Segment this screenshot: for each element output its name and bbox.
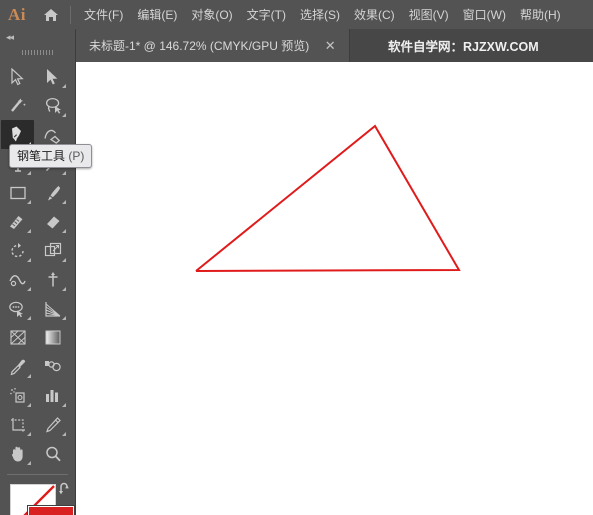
tooltip-shortcut: (P) <box>68 149 85 163</box>
swap-fill-stroke-icon[interactable] <box>58 482 73 501</box>
tool-row <box>0 265 75 294</box>
canvas-artwork <box>195 124 461 272</box>
stroke-swatch[interactable] <box>28 506 74 515</box>
tool-flyout-indicator <box>62 200 66 204</box>
rectangle-tool[interactable] <box>1 178 34 207</box>
tool-row <box>0 294 75 323</box>
tool-flyout-indicator <box>62 403 66 407</box>
magic-wand-tool[interactable] <box>1 91 34 120</box>
tool-flyout-indicator <box>27 200 31 204</box>
menu-item-object[interactable]: 对象(O) <box>184 0 239 29</box>
width-tool[interactable] <box>1 265 34 294</box>
tool-flyout-indicator <box>27 461 31 465</box>
collapse-panel-icon[interactable]: ◂◂ <box>0 29 75 45</box>
home-icon[interactable] <box>34 0 68 29</box>
gradient-tool[interactable] <box>36 323 69 352</box>
tools-panel: ◂◂ <box>0 29 76 515</box>
blend-tool[interactable] <box>36 352 69 381</box>
tool-row <box>0 323 75 352</box>
tool-row <box>0 381 75 410</box>
menu-item-list: 文件(F) 编辑(E) 对象(O) 文字(T) 选择(S) 效果(C) 视图(V… <box>77 0 568 29</box>
menu-item-edit[interactable]: 编辑(E) <box>130 0 184 29</box>
document-tab-bar: 未标题-1* @ 146.72% (CMYK/GPU 预览) ✕ 软件自学网：R… <box>0 29 593 62</box>
menu-item-help[interactable]: 帮助(H) <box>513 0 568 29</box>
selection-tool[interactable] <box>1 62 34 91</box>
tool-flyout-indicator <box>27 432 31 436</box>
tool-flyout-indicator <box>27 316 31 320</box>
mesh-tool[interactable] <box>1 323 34 352</box>
tool-row <box>0 439 75 468</box>
scale-tool[interactable] <box>36 236 69 265</box>
tool-row <box>0 236 75 265</box>
tool-row <box>0 352 75 381</box>
eraser-tool[interactable] <box>36 207 69 236</box>
artboard-tool[interactable] <box>1 410 34 439</box>
menu-item-type[interactable]: 文字(T) <box>240 0 293 29</box>
slice-tool[interactable] <box>36 410 69 439</box>
watermark-text: 软件自学网：RJZXW.COM <box>388 40 539 54</box>
tool-flyout-indicator <box>62 229 66 233</box>
paintbrush-tool[interactable] <box>36 178 69 207</box>
tool-flyout-indicator <box>27 171 31 175</box>
lasso-tool[interactable] <box>36 91 69 120</box>
tool-tooltip: 钢笔工具 (P) <box>9 144 93 168</box>
menu-divider <box>70 5 71 24</box>
tool-flyout-indicator <box>62 287 66 291</box>
rotate-tool[interactable] <box>1 236 34 265</box>
triangle-path[interactable] <box>195 124 461 272</box>
menu-bar: Ai 文件(F) 编辑(E) 对象(O) 文字(T) 选择(S) 效果(C) 视… <box>0 0 593 29</box>
toolbar-divider <box>7 474 68 475</box>
tool-grid <box>0 59 75 468</box>
menu-item-file[interactable]: 文件(F) <box>77 0 130 29</box>
eyedropper-tool[interactable] <box>1 352 34 381</box>
tool-flyout-indicator <box>62 84 66 88</box>
tool-flyout-indicator <box>62 171 66 175</box>
tool-row <box>0 410 75 439</box>
tool-flyout-indicator <box>27 403 31 407</box>
artboard-canvas[interactable] <box>76 62 593 515</box>
tool-row <box>0 91 75 120</box>
panel-drag-handle[interactable] <box>0 45 75 59</box>
tool-flyout-indicator <box>27 258 31 262</box>
document-tab[interactable]: 未标题-1* @ 146.72% (CMYK/GPU 预览) ✕ <box>76 29 351 62</box>
hand-tool[interactable] <box>1 439 34 468</box>
close-icon[interactable]: ✕ <box>323 39 337 53</box>
tooltip-label: 钢笔工具 <box>17 149 66 163</box>
direct-selection-tool[interactable] <box>36 62 69 91</box>
shaper-tool[interactable] <box>1 207 34 236</box>
tool-flyout-indicator <box>62 258 66 262</box>
perspective-grid-tool[interactable] <box>36 294 69 323</box>
menu-item-effect[interactable]: 效果(C) <box>347 0 402 29</box>
menu-item-window[interactable]: 窗口(W) <box>456 0 513 29</box>
free-transform-tool[interactable] <box>36 265 69 294</box>
illustrator-window: Ai 文件(F) 编辑(E) 对象(O) 文字(T) 选择(S) 效果(C) 视… <box>0 0 593 515</box>
tool-flyout-indicator <box>62 432 66 436</box>
tool-row <box>0 178 75 207</box>
zoom-tool[interactable] <box>36 439 69 468</box>
tool-flyout-indicator <box>27 287 31 291</box>
menu-item-select[interactable]: 选择(S) <box>293 0 347 29</box>
column-graph-tool[interactable] <box>36 381 69 410</box>
document-tab-title: 未标题-1* @ 146.72% (CMYK/GPU 预览) <box>89 39 310 53</box>
tool-flyout-indicator <box>62 316 66 320</box>
ai-logo: Ai <box>8 4 26 24</box>
tool-flyout-indicator <box>27 229 31 233</box>
tool-row <box>0 62 75 91</box>
symbol-sprayer-tool[interactable] <box>1 381 34 410</box>
tool-flyout-indicator <box>62 113 66 117</box>
tool-row <box>0 207 75 236</box>
menu-item-view[interactable]: 视图(V) <box>402 0 456 29</box>
tool-flyout-indicator <box>27 374 31 378</box>
shape-builder-tool[interactable] <box>1 294 34 323</box>
fill-stroke-controls <box>0 481 75 515</box>
